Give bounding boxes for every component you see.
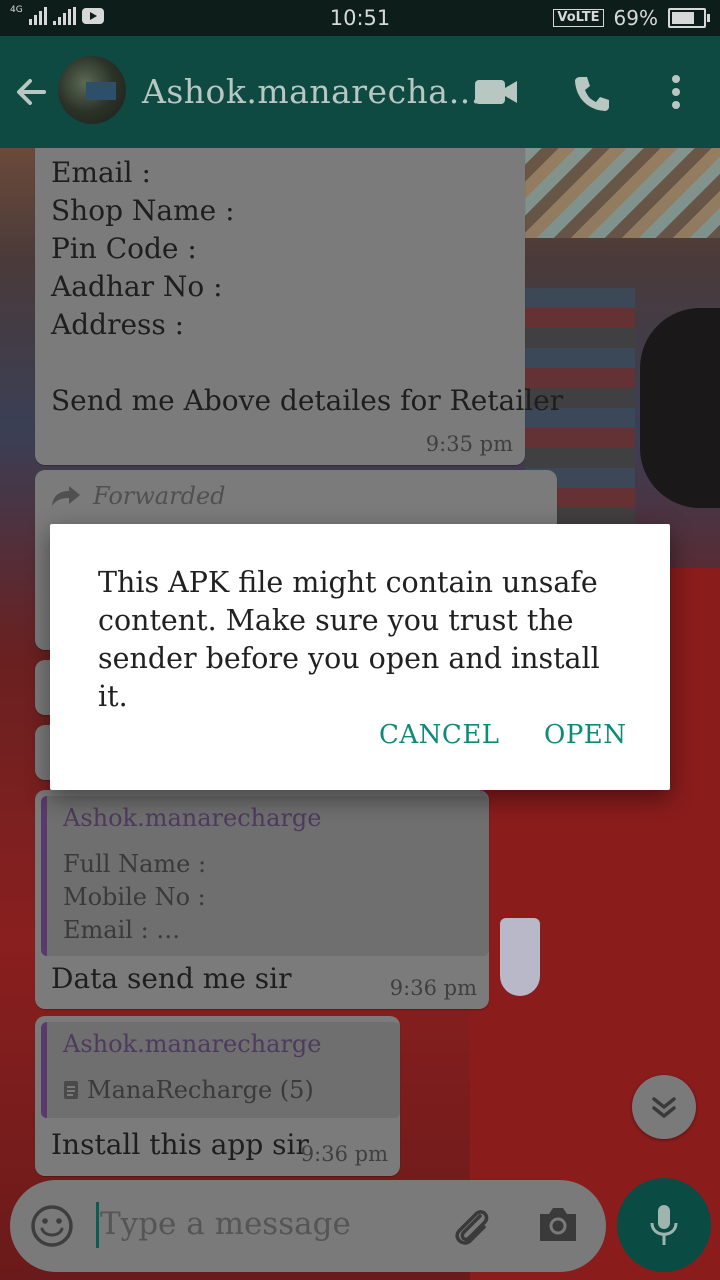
form-line-pin-code: Pin Code :: [51, 232, 197, 265]
forward-arrow-icon: [52, 486, 80, 506]
forwarded-text: Forwarded: [93, 482, 226, 510]
battery-icon: [668, 8, 710, 28]
chat-header: Ashok.manarecha…: [0, 36, 720, 148]
back-arrow-icon[interactable]: [14, 74, 50, 110]
quoted-message[interactable]: Ashok.manarecharge Full Name : Mobile No…: [41, 796, 489, 956]
apk-warning-dialog: This APK file might contain unsafe conte…: [50, 524, 670, 790]
message-text: Install this app sir: [51, 1128, 309, 1161]
message-time: 9:36 pm: [389, 976, 477, 1000]
quote-line: Email : …: [63, 916, 181, 944]
voice-call-icon[interactable]: [572, 74, 612, 114]
message-text: Data send me sir: [51, 962, 292, 995]
double-chevron-down-icon: [652, 1097, 676, 1118]
avatar[interactable]: [58, 56, 126, 124]
status-right: VoLTE 69%: [553, 6, 710, 30]
message-input-bar[interactable]: Type a message: [10, 1180, 606, 1272]
form-request-text: Send me Above detailes for Retailer: [51, 384, 564, 417]
volte-badge: VoLTE: [553, 9, 604, 27]
attachment-icon[interactable]: [448, 1202, 496, 1250]
scroll-to-bottom-button[interactable]: [632, 1075, 696, 1139]
form-line-shop-name: Shop Name :: [51, 194, 235, 227]
form-line-address: Address :: [51, 308, 185, 341]
battery-percent: 69%: [613, 6, 658, 30]
quote-file: ManaRecharge (5): [63, 1076, 314, 1104]
open-button[interactable]: OPEN: [544, 720, 627, 750]
message-bubble-reply-2[interactable]: Ashok.manarecharge ManaRecharge (5) Inst…: [35, 1016, 400, 1176]
quote-author: Ashok.manarecharge: [63, 1030, 322, 1058]
cancel-button[interactable]: CANCEL: [379, 720, 500, 750]
dialog-message: This APK file might contain unsafe conte…: [98, 566, 600, 713]
microphone-icon: [650, 1205, 678, 1245]
contact-name[interactable]: Ashok.manarecha…: [142, 72, 482, 111]
quote-line: Mobile No :: [63, 883, 206, 911]
message-time: 9:36 pm: [300, 1142, 388, 1166]
document-icon: [64, 1081, 78, 1099]
quote-line: Full Name :: [63, 850, 207, 878]
more-options-icon[interactable]: [670, 74, 682, 110]
quote-author: Ashok.manarecharge: [63, 804, 322, 832]
message-input-placeholder: Type a message: [100, 1206, 351, 1242]
camera-icon[interactable]: [536, 1204, 580, 1244]
form-line-email: Email :: [51, 156, 151, 189]
text-caret: [96, 1202, 99, 1248]
status-bar: 4G 10:51 VoLTE 69%: [0, 0, 720, 36]
wallpaper-person: [640, 308, 720, 508]
emoji-icon[interactable]: [30, 1204, 74, 1248]
quote-file-name: ManaRecharge (5): [87, 1076, 314, 1104]
forwarded-label: Forwarded: [51, 482, 226, 510]
message-bubble-reply-1[interactable]: Ashok.manarecharge Full Name : Mobile No…: [35, 790, 489, 1009]
message-input[interactable]: Type a message: [100, 1206, 351, 1242]
form-line-aadhar: Aadhar No :: [51, 270, 223, 303]
video-call-icon[interactable]: [474, 78, 518, 106]
message-time: 9:35 pm: [425, 432, 513, 456]
message-bubble-form[interactable]: Email : Shop Name : Pin Code : Aadhar No…: [35, 148, 563, 465]
wallpaper-poster: [525, 148, 720, 238]
quoted-message[interactable]: Ashok.manarecharge ManaRecharge (5): [41, 1022, 400, 1118]
wallpaper-badge: [500, 918, 540, 996]
voice-message-button[interactable]: [617, 1178, 711, 1272]
